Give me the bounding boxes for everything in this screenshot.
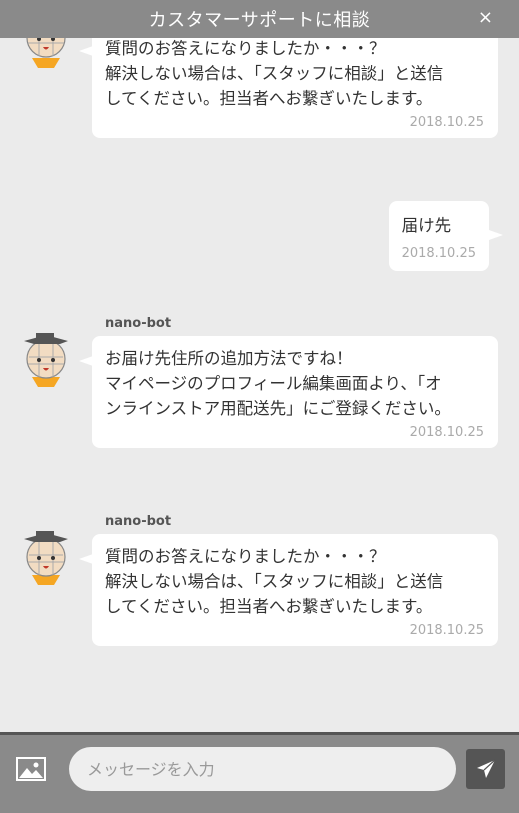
- message-line: してください。担当者へお繋ぎいたします。: [105, 89, 433, 108]
- sender-name: nano-bot: [105, 316, 172, 331]
- bot-message-bubble: 質問のお答えになりましたか・・・？ 解決しない場合は、「スタッフに相談」と送信 …: [79, 38, 498, 138]
- message-line: 解決しない場合は、「スタッフに相談」と送信: [105, 64, 444, 83]
- user-message-bubble: 届け先 2018.10.25: [388, 201, 504, 271]
- chat-log[interactable]: 質問のお答えになりましたか・・・？ 解決しない場合は、「スタッフに相談」と送信 …: [0, 38, 519, 732]
- message-line: 質問のお答えになりましたか・・・？: [105, 39, 386, 58]
- message-timestamp: 2018.10.25: [401, 246, 476, 261]
- message-line: マイページのプロフィール編集画面より、「オ: [105, 374, 442, 393]
- message-line: 届け先: [401, 216, 452, 235]
- message-timestamp: 2018.10.25: [409, 623, 484, 638]
- message-line: してください。担当者へお繋ぎいたします。: [105, 597, 433, 616]
- message-line: 質問のお答えになりましたか・・・？: [105, 547, 386, 566]
- bot-message-bubble: 質問のお答えになりましたか・・・？ 解決しない場合は、「スタッフに相談」と送信 …: [79, 534, 498, 646]
- message-composer: [0, 732, 519, 813]
- send-button[interactable]: [466, 749, 505, 789]
- message-line: お届け先住所の追加方法ですね！: [105, 349, 353, 368]
- message-line: 解決しない場合は、「スタッフに相談」と送信: [105, 572, 444, 591]
- message-input[interactable]: [69, 747, 456, 791]
- bot-avatar-icon: [20, 331, 72, 387]
- close-button[interactable]: ×: [478, 8, 493, 28]
- message-line: ンラインストア用配送先」にご登録ください。: [105, 399, 451, 418]
- header-title: カスタマーサポートに相談: [148, 10, 371, 31]
- message-timestamp: 2018.10.25: [409, 115, 484, 130]
- sender-name: nano-bot: [105, 514, 172, 529]
- bot-avatar-icon: [20, 38, 72, 68]
- bot-message-bubble: お届け先住所の追加方法ですね！ マイページのプロフィール編集画面より、「オ ンラ…: [79, 336, 498, 448]
- send-icon: [476, 759, 495, 778]
- chat-header: カスタマーサポートに相談 ×: [0, 0, 519, 38]
- message-timestamp: 2018.10.25: [409, 425, 484, 440]
- bot-avatar-icon: [20, 529, 72, 585]
- image-icon[interactable]: [16, 757, 46, 781]
